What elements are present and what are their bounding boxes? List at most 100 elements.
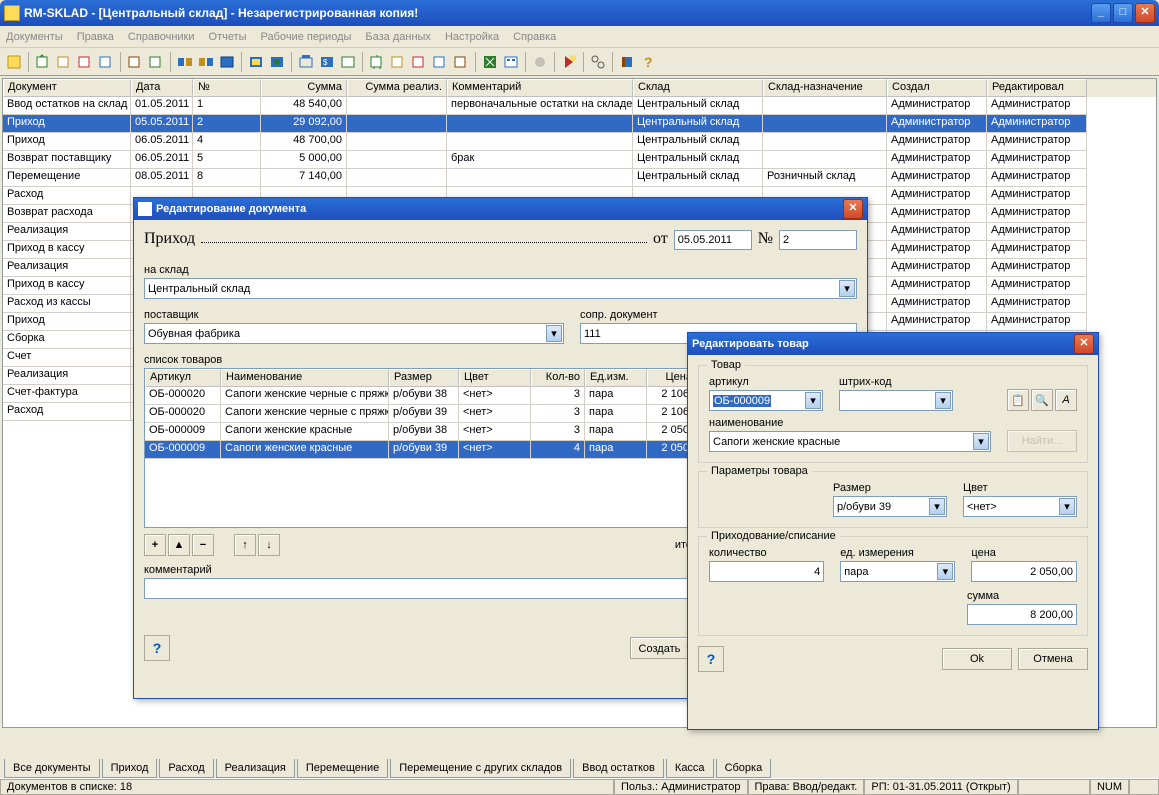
toolbar-icon[interactable] — [54, 52, 74, 72]
barcode-combo[interactable]: ▾ — [839, 390, 953, 411]
table-row[interactable]: Приход05.05.2011229 092,00Центральный ск… — [3, 115, 1156, 133]
table-row[interactable]: Ввод остатков на склад01.05.2011148 540,… — [3, 97, 1156, 115]
help-button[interactable]: ? — [698, 646, 724, 672]
warehouse-combo[interactable]: Центральный склад▾ — [144, 278, 857, 299]
color-combo[interactable]: <нет>▾ — [963, 496, 1077, 517]
table-row[interactable]: Возврат поставщику06.05.201155 000,00бра… — [3, 151, 1156, 169]
tab[interactable]: Приход — [102, 759, 158, 778]
col-header[interactable]: Склад — [633, 79, 763, 97]
remove-item-button[interactable]: − — [192, 534, 214, 556]
size-combo[interactable]: р/обуви 39▾ — [833, 496, 947, 517]
toolbar-icon[interactable] — [196, 52, 216, 72]
menu-help[interactable]: Справка — [513, 31, 556, 43]
name-combo[interactable]: Сапоги женские красные▾ — [709, 431, 991, 452]
menu-directories[interactable]: Справочники — [128, 31, 195, 43]
col-header[interactable]: Наименование — [221, 369, 389, 387]
table-row[interactable]: Перемещение08.05.201187 140,00Центральны… — [3, 169, 1156, 187]
toolbar-settings-icon[interactable] — [588, 52, 608, 72]
col-header[interactable]: Кол-во — [531, 369, 585, 387]
tab[interactable]: Реализация — [216, 759, 295, 778]
col-header[interactable]: Сумма — [261, 79, 347, 97]
col-header[interactable]: Цвет — [459, 369, 531, 387]
toolbar-icon[interactable] — [430, 52, 450, 72]
menu-settings[interactable]: Настройка — [445, 31, 499, 43]
toolbar-help-icon[interactable]: ? — [638, 52, 658, 72]
sum-input[interactable] — [967, 604, 1077, 625]
table-row[interactable]: Приход06.05.2011448 700,00Центральный ск… — [3, 133, 1156, 151]
toolbar-icon[interactable] — [338, 52, 358, 72]
add-item-button[interactable]: + — [144, 534, 166, 556]
col-header[interactable]: Комментарий — [447, 79, 633, 97]
params-group-label: Параметры товара — [707, 465, 812, 477]
toolbar-icon[interactable] — [75, 52, 95, 72]
close-button[interactable]: ✕ — [1135, 3, 1155, 23]
toolbar-icon[interactable] — [367, 52, 387, 72]
tab[interactable]: Перемещение с других складов — [390, 759, 571, 778]
col-header[interactable]: Склад-назначение — [763, 79, 887, 97]
date-input[interactable] — [674, 230, 752, 250]
toolbar-icon[interactable] — [217, 52, 237, 72]
cancel-button[interactable]: Отмена — [1018, 648, 1088, 670]
toolbar-icon[interactable] — [4, 52, 24, 72]
col-header[interactable]: Дата — [131, 79, 193, 97]
maximize-button[interactable]: □ — [1113, 3, 1133, 23]
tab[interactable]: Ввод остатков — [573, 759, 664, 778]
toolbar-icon[interactable] — [33, 52, 53, 72]
menu-reports[interactable]: Отчеты — [209, 31, 247, 43]
tab[interactable]: Все документы — [4, 759, 100, 778]
price-input[interactable] — [971, 561, 1077, 582]
col-header[interactable]: № — [193, 79, 261, 97]
menu-database[interactable]: База данных — [365, 31, 431, 43]
status-user: Польз.: Администратор — [614, 779, 748, 795]
menu-documents[interactable]: Документы — [6, 31, 63, 43]
toolbar-icon[interactable] — [175, 52, 195, 72]
stock-group-label: Приходование/списание — [707, 530, 840, 542]
minimize-button[interactable]: _ — [1091, 3, 1111, 23]
tab[interactable]: Касса — [666, 759, 714, 778]
toolbar-icon[interactable] — [501, 52, 521, 72]
toolbar-icon[interactable] — [559, 52, 579, 72]
font-icon-button[interactable]: A — [1055, 389, 1077, 411]
menu-periods[interactable]: Рабочие периоды — [261, 31, 352, 43]
ok-button[interactable]: Ok — [942, 648, 1012, 670]
move-up-button[interactable]: ↑ — [234, 534, 256, 556]
move-down-button[interactable]: ↓ — [258, 534, 280, 556]
dialog-close-button[interactable]: ✕ — [843, 199, 863, 219]
toolbar-icon[interactable] — [409, 52, 429, 72]
col-header[interactable]: Размер — [389, 369, 459, 387]
unit-combo[interactable]: пара▾ — [840, 561, 955, 582]
toolbar-icon[interactable] — [388, 52, 408, 72]
search-icon-button[interactable]: 🔍 — [1031, 389, 1053, 411]
toolbar-icon[interactable] — [267, 52, 287, 72]
paste-icon-button[interactable]: 📋 — [1007, 389, 1029, 411]
toolbar-icon[interactable] — [296, 52, 316, 72]
toolbar-icon[interactable] — [146, 52, 166, 72]
toolbar-book-icon[interactable] — [617, 52, 637, 72]
edit-item-button[interactable]: ▲ — [168, 534, 190, 556]
toolbar-icon[interactable] — [246, 52, 266, 72]
tab[interactable]: Перемещение — [297, 759, 388, 778]
help-button[interactable]: ? — [144, 635, 170, 661]
col-header[interactable]: Сумма реализ. — [347, 79, 447, 97]
number-input[interactable] — [779, 230, 857, 250]
toolbar-icon[interactable] — [451, 52, 471, 72]
menu-edit[interactable]: Правка — [77, 31, 114, 43]
col-header[interactable]: Документ — [3, 79, 131, 97]
toolbar-icon[interactable] — [530, 52, 550, 72]
col-header[interactable]: Редактировал — [987, 79, 1087, 97]
article-combo[interactable]: ОБ-000009▾ — [709, 390, 823, 411]
col-header[interactable]: Ед.изм. — [585, 369, 647, 387]
find-button[interactable]: Найти... — [1007, 430, 1077, 452]
dialog-close-button[interactable]: ✕ — [1074, 334, 1094, 354]
toolbar-icon[interactable] — [125, 52, 145, 72]
supplier-combo[interactable]: Обувная фабрика▾ — [144, 323, 564, 344]
toolbar-icon[interactable] — [480, 52, 500, 72]
toolbar-icon[interactable] — [96, 52, 116, 72]
col-header[interactable]: Создал — [887, 79, 987, 97]
tab[interactable]: Расход — [159, 759, 213, 778]
tab[interactable]: Сборка — [716, 759, 772, 778]
toolbar-icon[interactable]: $ — [317, 52, 337, 72]
qty-input[interactable] — [709, 561, 824, 582]
name-label: наименование — [709, 417, 991, 429]
col-header[interactable]: Артикул — [145, 369, 221, 387]
